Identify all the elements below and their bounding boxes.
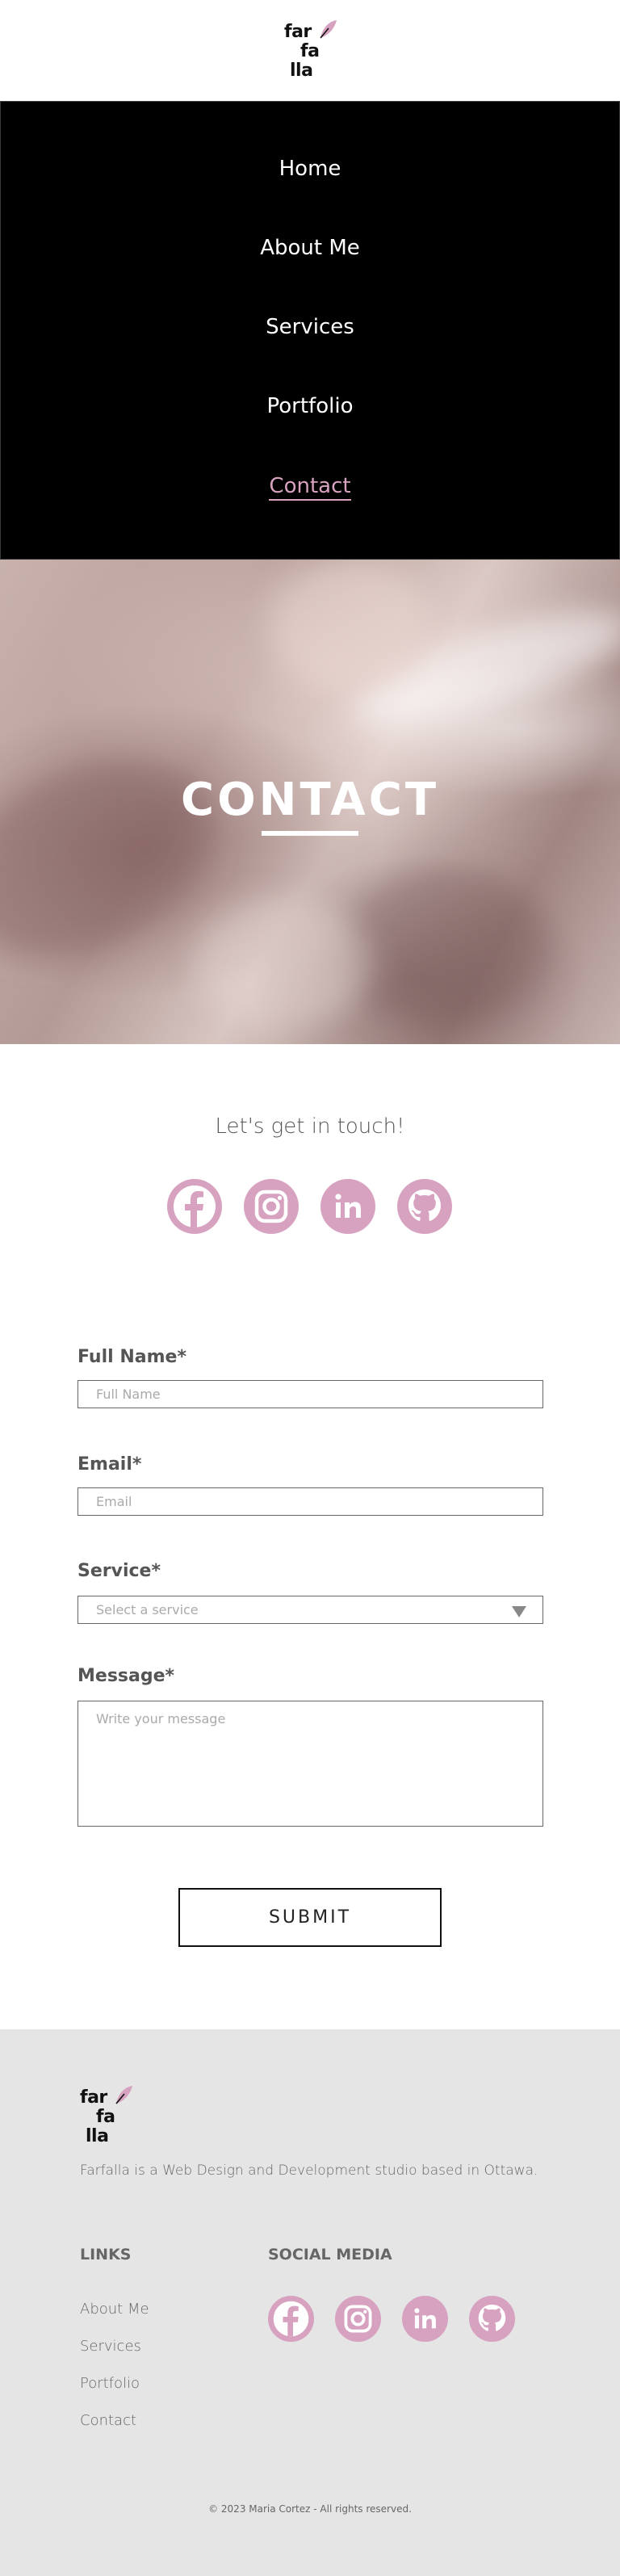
service-label: Service* — [78, 1561, 161, 1581]
footer-description: Farfalla is a Web Design and Development… — [80, 2163, 538, 2179]
footer-social-links — [268, 2296, 515, 2342]
silk-highlight — [194, 899, 371, 1028]
linkedin-icon — [335, 1194, 361, 1218]
header: far fa lla — [0, 0, 620, 101]
facebook-icon — [273, 2301, 309, 2337]
butterfly-wing-icon — [320, 19, 337, 39]
hero-banner: CONTACT — [0, 560, 620, 1044]
github-icon — [408, 1189, 441, 1222]
instagram-link[interactable] — [244, 1179, 299, 1234]
silk-highlight — [266, 560, 428, 689]
footer-linkedin-link[interactable] — [402, 2296, 448, 2342]
silk-shadow — [339, 866, 549, 1028]
footer-links-heading: LINKS — [80, 2246, 132, 2263]
nav-item-services[interactable]: Services — [1, 315, 619, 339]
social-links — [167, 1179, 452, 1234]
instagram-icon — [344, 2305, 372, 2333]
email-input[interactable] — [78, 1487, 543, 1516]
instagram-icon — [254, 1189, 288, 1223]
nav-item-contact[interactable]: Contact — [1, 474, 619, 501]
linkedin-icon — [414, 2308, 436, 2329]
linkedin-link[interactable] — [320, 1179, 375, 1234]
footer-link-contact[interactable]: Contact — [80, 2412, 136, 2429]
service-select[interactable]: Select a service — [78, 1596, 543, 1624]
hero-title-underline — [262, 831, 358, 836]
logo-line-2: fa — [96, 2107, 115, 2127]
footer: far fa lla Farfalla is a Web Design and … — [0, 2029, 620, 2576]
copyright-text: © 2023 Maria Cortez - All rights reserve… — [208, 2503, 412, 2515]
message-textarea[interactable] — [78, 1701, 543, 1827]
footer-logo[interactable]: far fa lla — [80, 2084, 132, 2149]
github-link[interactable] — [397, 1179, 452, 1234]
nav-item-label: Portfolio — [266, 394, 354, 418]
page: far fa lla Home About Me Services Portfo… — [0, 0, 620, 2576]
github-icon — [478, 2304, 506, 2331]
email-label: Email* — [78, 1454, 142, 1475]
logo[interactable]: far fa lla — [284, 19, 337, 83]
footer-link-portfolio[interactable]: Portfolio — [80, 2375, 140, 2392]
logo-line-2: fa — [300, 40, 320, 61]
nav-item-portfolio[interactable]: Portfolio — [1, 394, 619, 418]
footer-instagram-link[interactable] — [335, 2296, 381, 2342]
logo-line-1: far — [80, 2087, 107, 2108]
footer-link-services[interactable]: Services — [80, 2338, 141, 2355]
footer-github-link[interactable] — [469, 2296, 515, 2342]
message-label: Message* — [78, 1666, 175, 1686]
dropdown-arrow-icon — [512, 1606, 526, 1617]
get-in-touch-heading: Let's get in touch! — [215, 1114, 405, 1139]
logo-line-3: lla — [86, 2126, 109, 2146]
nav-item-label: Home — [279, 157, 341, 181]
main-nav: Home About Me Services Portfolio Contact — [0, 101, 620, 560]
submit-button[interactable]: SUBMIT — [178, 1888, 442, 1947]
nav-item-home[interactable]: Home — [1, 157, 619, 181]
facebook-link[interactable] — [167, 1179, 222, 1234]
nav-item-label: About Me — [260, 236, 360, 260]
facebook-icon — [174, 1185, 216, 1227]
butterfly-wing-icon — [115, 2086, 132, 2104]
logo-line-3: lla — [290, 60, 313, 81]
footer-facebook-link[interactable] — [268, 2296, 314, 2342]
logo-line-1: far — [284, 21, 312, 42]
hero-title: CONTACT — [180, 774, 440, 826]
footer-social-heading: SOCIAL MEDIA — [268, 2246, 392, 2263]
nav-item-label: Contact — [269, 474, 351, 501]
full-name-input[interactable] — [78, 1380, 543, 1408]
nav-item-about-me[interactable]: About Me — [1, 236, 619, 260]
full-name-label: Full Name* — [78, 1347, 186, 1367]
footer-link-about-me[interactable]: About Me — [80, 2301, 149, 2318]
nav-item-label: Services — [266, 315, 354, 339]
service-select-value: Select a service — [96, 1602, 199, 1617]
